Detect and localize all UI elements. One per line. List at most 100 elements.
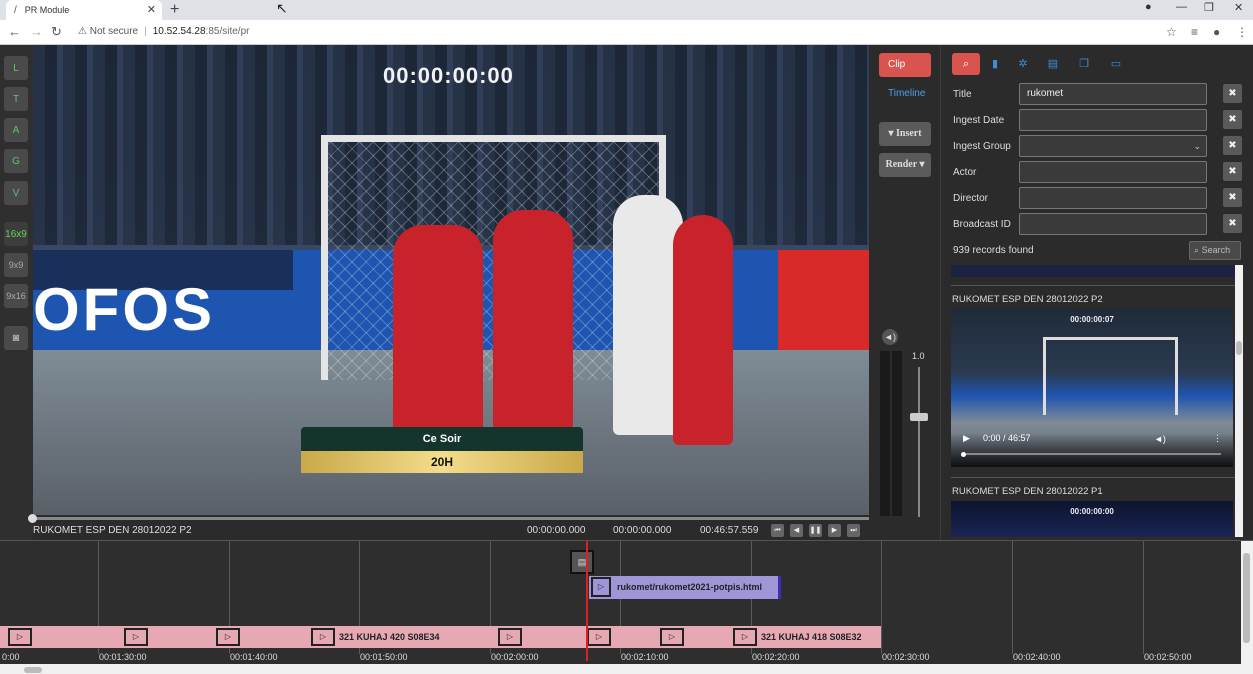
- restore-icon[interactable]: ❐: [1204, 1, 1214, 14]
- play-icon[interactable]: ▶: [963, 433, 970, 444]
- timeline-vertical-scrollbar[interactable]: [1241, 541, 1253, 664]
- window-close-icon[interactable]: ✕: [1234, 1, 1243, 14]
- url-host: 10.52.54.28: [152, 26, 206, 37]
- timecode-in: 00:00:00.000: [527, 525, 586, 536]
- aspect-9x9-button[interactable]: 9x9: [4, 253, 28, 277]
- previous-result-thumb[interactable]: [951, 265, 1235, 277]
- ingest-group-select[interactable]: ⌄: [1019, 135, 1207, 157]
- ingest-date-clear-icon[interactable]: ✖: [1223, 110, 1242, 129]
- overlay-clip[interactable]: ▷ rukomet/rukomet2021-potpis.html: [589, 576, 781, 599]
- menu-dots-icon[interactable]: ⋮: [1236, 25, 1248, 39]
- timeline-marker-icon[interactable]: ▤: [570, 550, 594, 574]
- browser-tab[interactable]: / PR Module ✕: [6, 0, 162, 20]
- bookmark-star-icon[interactable]: ☆: [1166, 25, 1177, 39]
- aspect-9x16-button[interactable]: 9x16: [4, 284, 28, 308]
- broadcast-id-clear-icon[interactable]: ✖: [1223, 214, 1242, 233]
- clip-button[interactable]: Clip: [879, 53, 931, 77]
- volume-slider-track[interactable]: [918, 367, 920, 517]
- clip-icon[interactable]: ▷: [8, 628, 32, 646]
- more-options-icon[interactable]: ⋮: [1213, 433, 1222, 444]
- bookmark-tab-icon[interactable]: ▮: [981, 53, 1009, 75]
- tab-close-icon[interactable]: ✕: [147, 3, 156, 16]
- tool-v-button[interactable]: V: [4, 181, 28, 205]
- title-input[interactable]: rukomet: [1019, 83, 1207, 105]
- clip-icon[interactable]: ▷: [733, 628, 757, 646]
- director-clear-icon[interactable]: ✖: [1223, 188, 1242, 207]
- volume-slider-knob[interactable]: [910, 413, 928, 421]
- results-scrollbar[interactable]: [1235, 265, 1243, 537]
- timeline-link[interactable]: Timeline: [888, 88, 925, 99]
- clip-icon[interactable]: ▷: [216, 628, 240, 646]
- thumb-progress-bar[interactable]: [963, 453, 1221, 455]
- actor-clear-icon[interactable]: ✖: [1223, 162, 1242, 181]
- speaker-icon[interactable]: ◄): [882, 329, 898, 345]
- timeline[interactable]: ▤ ▷ rukomet/rukomet2021-potpis.html ▷ ▷ …: [0, 540, 1253, 674]
- back-icon[interactable]: ←: [8, 24, 21, 39]
- ingest-date-input[interactable]: [1019, 109, 1207, 131]
- not-secure-label: Not secure: [89, 26, 139, 37]
- ingest-group-clear-icon[interactable]: ✖: [1223, 136, 1242, 155]
- clip-icon[interactable]: ▷: [311, 628, 335, 646]
- result-title[interactable]: RUKOMET ESP DEN 28012022 P2: [952, 294, 1235, 305]
- minimize-icon[interactable]: —: [1176, 1, 1187, 13]
- time-tick: 00:01:40:00: [230, 652, 278, 662]
- settings-tab-icon[interactable]: ✲: [1009, 53, 1037, 75]
- clip-icon[interactable]: ▷: [587, 628, 611, 646]
- search-tab-icon[interactable]: ⌕: [952, 53, 980, 75]
- tool-a-button[interactable]: A: [4, 118, 28, 142]
- timeline-horizontal-scrollbar[interactable]: [0, 664, 1253, 674]
- skip-start-icon[interactable]: ⏮: [771, 524, 784, 537]
- clip-icon[interactable]: ▷: [660, 628, 684, 646]
- render-button[interactable]: Render ▾: [879, 153, 931, 177]
- search-button[interactable]: ⌕ Search: [1189, 241, 1241, 260]
- aspect-16x9-button[interactable]: 16x9: [4, 222, 28, 246]
- thumb-progress-knob[interactable]: [961, 452, 966, 457]
- video-player[interactable]: OFOS 00:00:00:00 Ce Soir 20H: [33, 45, 869, 515]
- skip-end-icon[interactable]: ⏭: [847, 524, 860, 537]
- search-panel: ⌕ ▮ ✲ ▤ ❐ ▭ Title rukomet ✖ Ingest Date …: [940, 45, 1253, 540]
- pause-icon[interactable]: ❚❚: [809, 524, 822, 537]
- media-queue-icon[interactable]: ≡: [1191, 25, 1198, 39]
- tool-l-button[interactable]: L: [4, 56, 28, 80]
- playhead[interactable]: [586, 541, 588, 661]
- left-toolbar: L T A G V 16x9 9x9 9x16 ◙: [0, 45, 33, 540]
- forward-icon[interactable]: →: [30, 24, 43, 39]
- new-tab-button[interactable]: +: [170, 1, 179, 19]
- audio-meter-left: [880, 351, 890, 516]
- layout-tab-icon[interactable]: ▤: [1039, 53, 1067, 75]
- clip-icon[interactable]: ▷: [498, 628, 522, 646]
- player-time: 0:00 / 46:57: [983, 433, 1031, 443]
- ingest-date-label: Ingest Date: [953, 115, 1005, 126]
- step-forward-icon[interactable]: ▶: [828, 524, 841, 537]
- volume-icon[interactable]: ◄): [1154, 434, 1166, 444]
- clip-name: RUKOMET ESP DEN 28012022 P2: [33, 525, 192, 536]
- audio-meter-right: [892, 351, 902, 516]
- track-clip-label: 321 KUHAJ 420 S08E34: [339, 632, 440, 642]
- tool-t-button[interactable]: T: [4, 87, 28, 111]
- scrubber-knob[interactable]: [28, 514, 37, 523]
- actor-input[interactable]: [1019, 161, 1207, 183]
- card-tab-icon[interactable]: ▭: [1102, 53, 1130, 75]
- url-port: :85: [205, 26, 220, 37]
- camera-icon[interactable]: ◙: [4, 326, 28, 350]
- clip-icon[interactable]: ▷: [124, 628, 148, 646]
- broadcast-id-input[interactable]: [1019, 213, 1207, 235]
- profile-icon[interactable]: ●: [1213, 25, 1220, 39]
- account-icon[interactable]: ●: [1145, 1, 1152, 13]
- browser-tab-bar: / PR Module ✕ + ↖ ● — ❐ ✕: [0, 0, 1253, 20]
- windows-tab-icon[interactable]: ❐: [1070, 53, 1098, 75]
- video-track[interactable]: ▷ ▷ ▷ ▷ 321 KUHAJ 420 S08E34 ▷ ▷ ▷ ▷ 321…: [0, 626, 881, 648]
- director-input[interactable]: [1019, 187, 1207, 209]
- lower-third-top: Ce Soir: [301, 427, 583, 451]
- insert-button[interactable]: ▾ Insert: [879, 122, 931, 146]
- reload-icon[interactable]: ↻: [51, 24, 62, 40]
- url-field[interactable]: ⚠ Not secure | 10.52.54.28:85/site/pr: [78, 26, 249, 37]
- result-title[interactable]: RUKOMET ESP DEN 28012022 P1: [952, 486, 1235, 497]
- result-video-thumb[interactable]: 00:00:00:07 ▶ 0:00 / 46:57 ◄) ⋮: [951, 309, 1233, 467]
- result-timecode: 00:00:00:00: [1070, 507, 1114, 516]
- video-scrubber[interactable]: [33, 517, 869, 520]
- tool-g-button[interactable]: G: [4, 149, 28, 173]
- title-clear-icon[interactable]: ✖: [1223, 84, 1242, 103]
- result-video-thumb[interactable]: 00:00:00:00: [951, 501, 1233, 537]
- step-back-icon[interactable]: ◀: [790, 524, 803, 537]
